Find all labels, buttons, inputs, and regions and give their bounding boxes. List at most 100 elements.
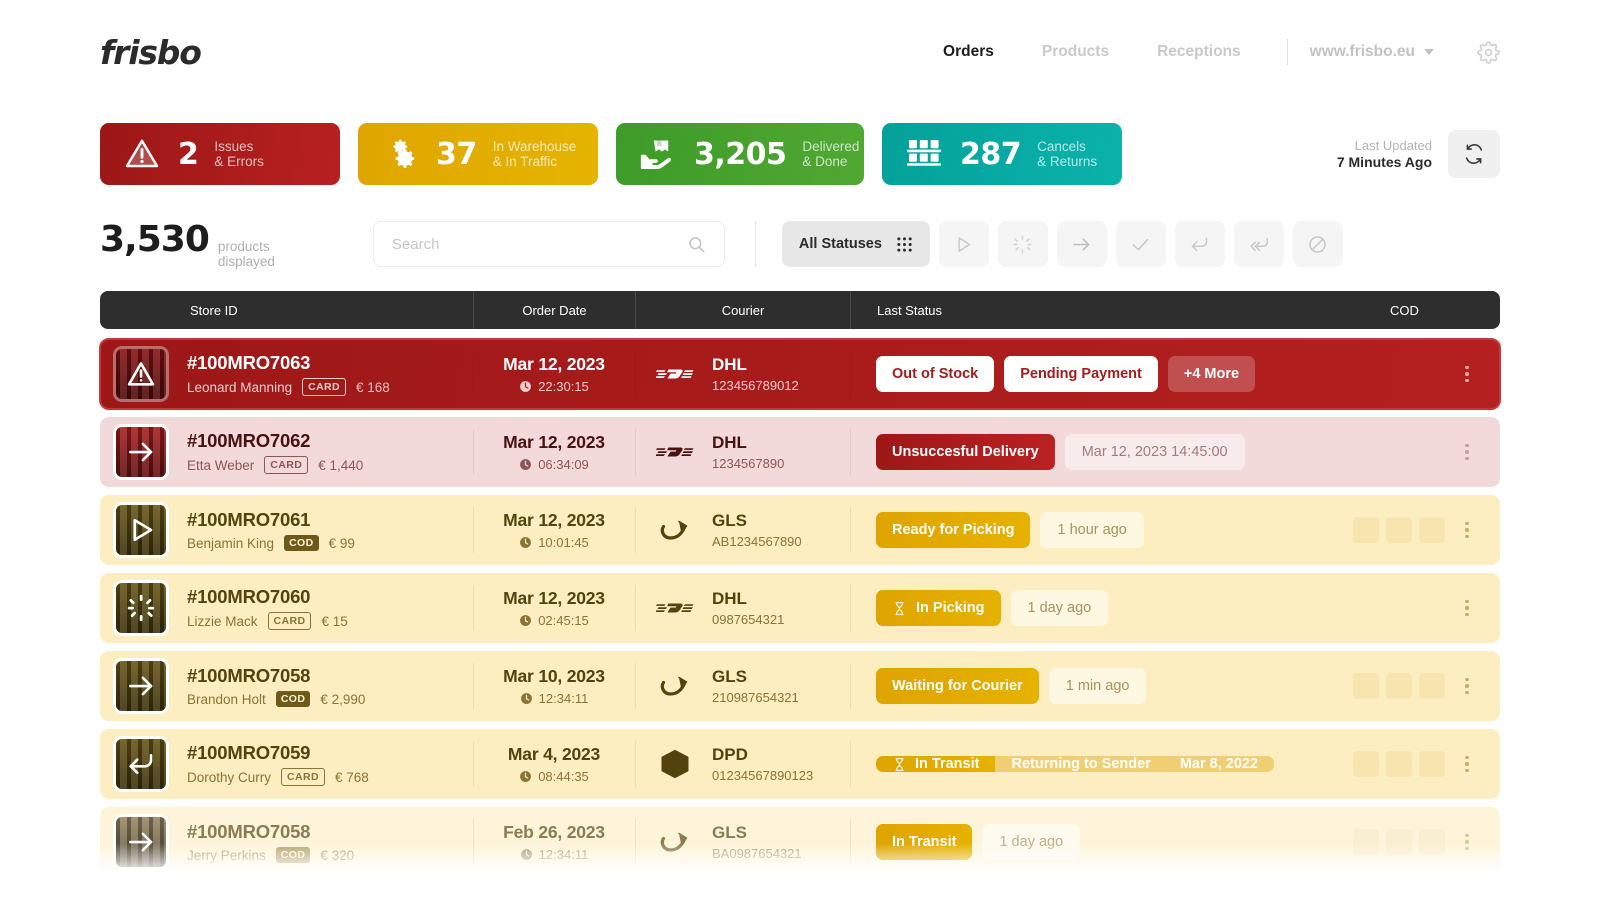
- row-actions-menu[interactable]: [1452, 677, 1482, 695]
- refresh-button[interactable]: [1448, 130, 1500, 178]
- cod-placeholder-box: [1419, 751, 1445, 777]
- cell-last-status: Out of Stock Pending Payment +4 More: [850, 339, 1337, 409]
- stat-card-delivered[interactable]: 3,205 Delivered & Done: [616, 123, 864, 185]
- cell-order-date: Mar 12, 2023 10:01:45: [473, 495, 635, 565]
- order-info: #100MRO7063 Leonard Manning CARD € 168: [187, 352, 390, 396]
- status-pill[interactable]: Ready for Picking: [876, 512, 1031, 548]
- order-thumbnail[interactable]: [113, 346, 169, 402]
- cell-cod: [1337, 573, 1500, 643]
- courier-name: DPD: [712, 745, 748, 764]
- order-date: Mar 4, 2023: [507, 744, 601, 764]
- courier-info: GLS BA0987654321: [712, 823, 802, 861]
- order-thumbnail[interactable]: [113, 502, 169, 558]
- status-pill[interactable]: Out of Stock: [876, 356, 995, 392]
- courier-logo: [655, 598, 695, 618]
- status-pill[interactable]: In Transit: [876, 824, 973, 860]
- row-actions-menu[interactable]: [1452, 833, 1482, 851]
- order-subline: Etta Weber CARD € 1,440: [187, 456, 363, 474]
- order-thumbnail[interactable]: [113, 424, 169, 480]
- filter-button-returned[interactable]: [1174, 221, 1225, 267]
- order-thumbnail[interactable]: [113, 736, 169, 792]
- stat-label-line1: In Warehouse: [492, 139, 577, 154]
- status-pill[interactable]: Pending Payment: [1004, 356, 1158, 392]
- status-pill[interactable]: In Picking: [876, 590, 1001, 626]
- column-header-last-status: Last Status: [850, 291, 1337, 329]
- order-id: #100MRO7058: [187, 665, 311, 687]
- cell-cod: [1337, 339, 1500, 409]
- domain-selector[interactable]: www.frisbo.eu: [1310, 43, 1442, 61]
- dhl-icon: [656, 447, 694, 457]
- clock-icon: [520, 381, 532, 392]
- row-actions-menu[interactable]: [1452, 365, 1482, 383]
- table-row[interactable]: #100MRO7060 Lizzie Mack CARD € 15 Mar 12…: [100, 573, 1500, 643]
- filter-button-cancelled[interactable]: [1292, 221, 1343, 267]
- status-group: In Picking 1 day ago: [876, 590, 1109, 626]
- thumbnail-status-icon: [126, 671, 156, 701]
- status-pill[interactable]: Waiting for Courier: [876, 668, 1039, 704]
- status-timestamp: Mar 12, 2023 14:45:00: [1064, 434, 1245, 470]
- stat-card-issues[interactable]: 2 Issues & Errors: [100, 123, 340, 185]
- search-box[interactable]: [372, 221, 725, 267]
- order-info: #100MRO7059 Dorothy Curry CARD € 768: [187, 742, 369, 786]
- status-combo-primary: In Transit: [915, 756, 980, 772]
- nav-link-products[interactable]: Products: [1018, 43, 1133, 61]
- search-input[interactable]: [391, 235, 687, 253]
- row-actions-menu[interactable]: [1452, 755, 1482, 773]
- courier-name: DHL: [712, 433, 747, 452]
- table-row[interactable]: #100MRO7061 Benjamin King COD € 99 Mar 1…: [100, 495, 1500, 565]
- cell-last-status: In Picking 1 day ago: [850, 573, 1337, 643]
- nav-link-orders[interactable]: Orders: [919, 43, 1018, 61]
- nav-link-receptions[interactable]: Receptions: [1133, 43, 1265, 61]
- customer-name: Dorothy Curry: [187, 769, 272, 785]
- status-filter-group: All Statuses: [781, 221, 1343, 267]
- chevron-down-icon: [1424, 49, 1434, 55]
- row-actions-menu[interactable]: [1452, 599, 1482, 617]
- filter-button-in-progress[interactable]: [997, 221, 1048, 267]
- top-navigation-bar: frisbo Orders Products Receptions www.fr…: [0, 0, 1600, 104]
- filter-button-in-transit[interactable]: [1056, 221, 1107, 267]
- courier-logo: [655, 673, 695, 699]
- row-actions-menu[interactable]: [1452, 443, 1482, 461]
- status-pill-more[interactable]: +4 More: [1167, 356, 1256, 392]
- order-thumbnail[interactable]: [113, 580, 169, 636]
- order-time: 02:45:15: [519, 613, 589, 628]
- filter-button-delivered[interactable]: [1115, 221, 1166, 267]
- status-pill[interactable]: Unsuccesful Delivery: [876, 434, 1055, 470]
- settings-button[interactable]: [1476, 40, 1500, 64]
- cell-order-date: Feb 26, 2023 12:34:11: [473, 807, 635, 877]
- stat-label-line2: & Done: [802, 154, 848, 169]
- table-row[interactable]: #100MRO7059 Dorothy Curry CARD € 768 Mar…: [100, 729, 1500, 799]
- status-timestamp: 1 day ago: [982, 824, 1081, 860]
- row-actions-menu[interactable]: [1452, 521, 1482, 539]
- status-group: Out of Stock Pending Payment +4 More: [876, 356, 1256, 392]
- customer-name: Jerry Perkins: [187, 847, 266, 863]
- table-row[interactable]: #100MRO7063 Leonard Manning CARD € 168 M…: [99, 338, 1501, 410]
- order-thumbnail[interactable]: [113, 658, 169, 714]
- list-toolbar: 3,530 products displayed All Statuses: [0, 219, 1600, 269]
- all-statuses-button[interactable]: All Statuses: [781, 221, 930, 267]
- courier-logo: [655, 364, 695, 384]
- table-row[interactable]: #100MRO7058 Jerry Perkins COD € 320 Feb …: [100, 807, 1500, 877]
- cod-placeholder-box: [1353, 751, 1379, 777]
- cell-store-id: #100MRO7059 Dorothy Curry CARD € 768: [100, 729, 473, 799]
- cell-courier: DPD 01234567890123: [635, 729, 850, 799]
- cod-placeholder-box: [1386, 829, 1412, 855]
- app-logo[interactable]: frisbo: [100, 33, 202, 72]
- order-thumbnail[interactable]: [113, 814, 169, 870]
- stat-card-in-warehouse[interactable]: 37 In Warehouse & In Traffic: [358, 123, 598, 185]
- filter-button-returning[interactable]: [1233, 221, 1284, 267]
- filter-button-play[interactable]: [938, 221, 989, 267]
- status-group: In Transit Returning to Sender Mar 8, 20…: [876, 756, 1275, 772]
- stat-card-cancels[interactable]: 287 Cancels & Returns: [882, 123, 1122, 185]
- status-combo[interactable]: In Transit Returning to Sender Mar 8, 20…: [876, 756, 1275, 772]
- status-combo-secondary: Returning to Sender: [1011, 756, 1151, 772]
- table-row[interactable]: #100MRO7058 Brandon Holt COD € 2,990 Mar…: [100, 651, 1500, 721]
- table-row[interactable]: #100MRO7062 Etta Weber CARD € 1,440 Mar …: [100, 417, 1500, 487]
- status-group: Unsuccesful Delivery Mar 12, 2023 14:45:0…: [876, 434, 1245, 470]
- order-time: 06:34:09: [519, 457, 589, 472]
- cell-order-date: Mar 12, 2023 02:45:15: [473, 573, 635, 643]
- double-return-arrow-icon: [1250, 237, 1269, 251]
- courier-logo: [655, 747, 695, 781]
- clock-icon: [520, 693, 532, 704]
- table-body: #100MRO7063 Leonard Manning CARD € 168 M…: [99, 338, 1501, 877]
